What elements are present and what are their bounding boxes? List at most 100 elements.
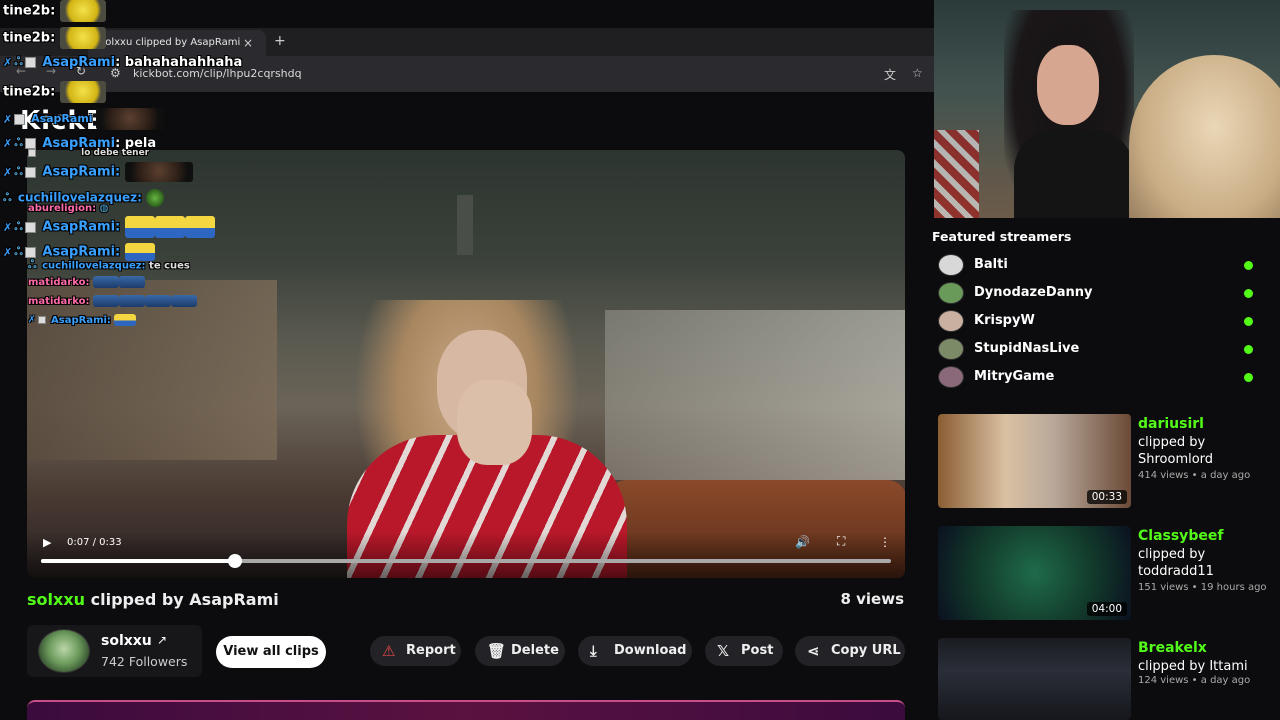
chat-username: abureligion:: [28, 203, 97, 214]
chat-message: ✗ ஃ AsapRami:: [3, 162, 193, 182]
report-label: Report: [406, 643, 456, 658]
copy-url-button[interactable]: ⋖ Copy URL: [795, 636, 905, 666]
chat-username: cuchillovelazquez:: [42, 260, 146, 272]
clip-streamer-link[interactable]: dariusirl: [1138, 416, 1204, 432]
live-indicator: [1244, 373, 1253, 382]
warning-icon: ⚠: [382, 642, 396, 660]
streamer-item[interactable]: DynodazeDanny: [938, 282, 1258, 306]
chat-username: AsapRami:: [51, 315, 111, 326]
channel-avatar[interactable]: [38, 629, 90, 673]
chat-message: tine2b:: [3, 0, 106, 22]
video-scene: [605, 310, 905, 480]
moderator-badge-icon: ✗: [3, 245, 13, 259]
badge-icon: [24, 57, 36, 68]
emote-icon: [59, 81, 106, 103]
delete-button[interactable]: 🗑 Delete: [475, 636, 565, 666]
live-indicator: [1244, 317, 1253, 326]
trash-icon: 🗑: [487, 642, 507, 660]
emote-icon: [154, 216, 185, 238]
chat-message: tine2b:: [3, 81, 106, 103]
chat-username: AsapRami: [42, 55, 116, 70]
streamer-name: Balti: [974, 257, 1008, 272]
streamer-name: MitryGame: [974, 369, 1055, 384]
sub-badge-icon: ஃ: [14, 244, 23, 258]
fullscreen-icon[interactable]: ⛶: [837, 534, 845, 549]
chat-username: tine2b:: [3, 84, 56, 100]
chat-username: matidarko:: [28, 277, 90, 288]
chat-message: ✗ ஃ AsapRami:: [3, 216, 215, 238]
streamer-item[interactable]: Balti: [938, 254, 1258, 278]
emote-icon: [144, 295, 171, 307]
clip-clipper: clipped by Ittami: [1138, 659, 1248, 674]
clip-thumbnail[interactable]: 04:00: [938, 526, 1131, 620]
translate-icon[interactable]: 文: [884, 66, 896, 83]
live-indicator: [1244, 345, 1253, 354]
download-button[interactable]: ⤓ Download: [578, 636, 692, 666]
moderator-badge-icon: ✗: [3, 220, 13, 234]
time-display: 0:07 / 0:33: [67, 537, 122, 548]
emote-icon: [59, 27, 106, 49]
chat-message: ✗ ஃ AsapRami: bahahahahhaha: [3, 55, 242, 70]
clip-streamer-link[interactable]: solxxu: [27, 590, 85, 609]
emote-icon: [146, 189, 165, 207]
play-icon[interactable]: ▶: [43, 536, 51, 549]
clip-streamer-link[interactable]: Classybeef: [1138, 528, 1223, 544]
emote-icon: [124, 162, 193, 182]
clip-thumbnail[interactable]: 00:33: [938, 414, 1131, 508]
chat-message: ✗ AsapRami: [3, 108, 165, 130]
channel-followers: 742 Followers: [101, 654, 188, 669]
share-icon: ⋖: [807, 642, 820, 660]
streamer-item[interactable]: StupidNasLive: [938, 338, 1258, 362]
moderator-badge-icon: ✗: [3, 56, 13, 69]
clip-duration: 04:00: [1086, 602, 1127, 616]
channel-name[interactable]: solxxu: [101, 633, 152, 649]
clip-title: solxxu clipped by AsapRami: [27, 590, 279, 609]
bookmark-star-icon[interactable]: ☆: [912, 66, 923, 80]
badge-icon: [24, 166, 36, 178]
clip-streamer-link[interactable]: Breakelx: [1138, 640, 1207, 656]
volume-icon[interactable]: 🔊: [795, 535, 810, 549]
emote-icon: [184, 216, 215, 238]
streamer-item[interactable]: KrispyW: [938, 310, 1258, 334]
live-indicator: [1244, 261, 1253, 270]
clip-clipped-by: clipped by AsapRami: [90, 590, 279, 609]
report-button[interactable]: ⚠ Report: [370, 636, 461, 666]
chat-text: : bahahahahhaha: [115, 55, 243, 70]
clip-duration: 00:33: [1086, 490, 1127, 504]
chat-message: ✗ AsapRami:: [28, 314, 137, 326]
emote-icon: [96, 108, 165, 130]
more-options-icon[interactable]: ⋮: [879, 535, 891, 549]
streamer-name: StupidNasLive: [974, 341, 1080, 356]
delete-label: Delete: [511, 643, 559, 658]
moderator-badge-icon: ✗: [28, 315, 36, 325]
post-label: Post: [741, 643, 774, 658]
video-progress-bar[interactable]: [41, 554, 891, 568]
streamer-item[interactable]: MitryGame: [938, 366, 1258, 390]
progress-fill: [41, 559, 235, 563]
post-button[interactable]: 𝕏 Post: [705, 636, 783, 666]
emote-icon: [92, 276, 119, 288]
clip-card[interactable]: Breakelx clipped by Ittami 124 views • a…: [938, 638, 1268, 720]
live-indicator: [1244, 289, 1253, 298]
sub-badge-icon: ஃ: [14, 219, 23, 233]
badge-icon: [37, 316, 46, 324]
clip-clipper: clipped by toddradd11: [1138, 547, 1214, 579]
streamer-avatar: [938, 366, 964, 388]
progress-thumb[interactable]: [227, 554, 242, 568]
clip-thumbnail[interactable]: [938, 638, 1131, 720]
chat-username: AsapRami:: [42, 219, 121, 235]
streamer-avatar: [938, 282, 964, 304]
chat-message: lo debe tener: [28, 148, 149, 158]
clip-card[interactable]: 04:00 Classybeef clipped by toddradd11 15…: [938, 526, 1268, 622]
streamer-avatar: [938, 254, 964, 276]
sub-badge-icon: ஃ: [14, 136, 23, 149]
emote-icon: [118, 295, 145, 307]
clip-card[interactable]: 00:33 dariusirl clipped by Shroomlord 414…: [938, 414, 1268, 510]
external-link-icon[interactable]: ↗: [157, 633, 167, 647]
webcam-overlay: [934, 0, 1280, 218]
emote-icon: [124, 243, 155, 261]
copy-url-label: Copy URL: [831, 643, 901, 658]
chat-message: abureligion: ◍: [28, 203, 108, 214]
view-all-clips-button[interactable]: View all clips: [216, 636, 326, 668]
promo-banner[interactable]: [27, 700, 905, 720]
